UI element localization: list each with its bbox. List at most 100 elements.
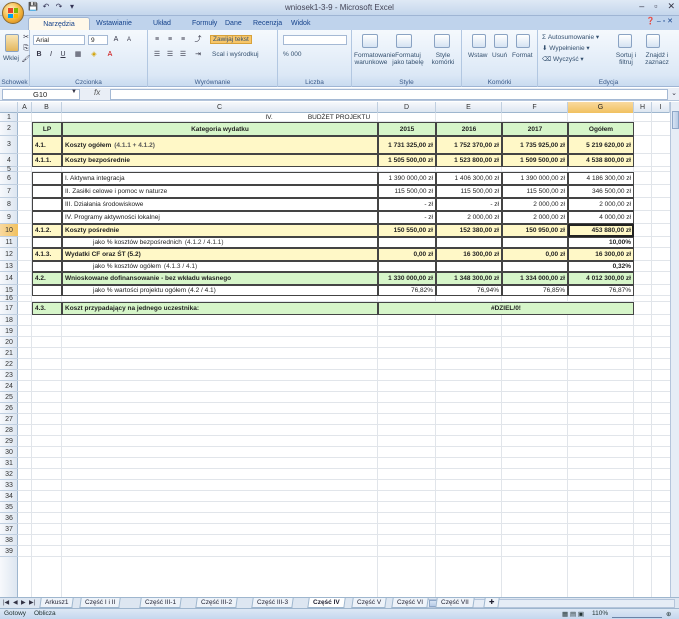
font-size-select[interactable]: 9 [88,35,108,45]
row-2016[interactable]: 76,94% [436,285,502,296]
row-total[interactable]: 4 012 300,00 zł [568,272,634,285]
row-lp[interactable]: 4.3. [32,302,62,315]
row-category[interactable]: Koszty pośrednie [62,224,378,237]
row-2015[interactable]: 1 330 000,00 zł [378,272,436,285]
font-color-icon[interactable]: A [104,50,116,60]
sheet-tab[interactable]: Część III-1 [139,598,182,608]
row-2017[interactable] [502,261,568,272]
sort-filter-button[interactable]: Sortuj i filtruj [612,52,640,66]
row-2016[interactable]: 1 406 300,00 zł [436,172,502,185]
italic-icon[interactable]: I [45,50,57,60]
row-2015[interactable]: 76,82% [378,285,436,296]
row-2015[interactable]: - zł [378,211,436,224]
row-header[interactable]: 2 [0,122,18,136]
find-select-icon[interactable] [646,34,660,48]
row-2016[interactable] [436,261,502,272]
sheet-tab[interactable]: Część III-3 [251,598,294,608]
format-table-icon[interactable] [396,34,412,48]
paste-button[interactable]: Wklej [3,55,19,62]
header-2017[interactable]: 2017 [502,122,568,136]
row-header[interactable]: 32 [0,469,18,480]
minimize-button[interactable]: – [639,1,644,12]
row-2017[interactable]: 2 000,00 zł [502,198,568,211]
merge-center-button[interactable]: Scal i wyśrodkuj [212,51,259,58]
indent-icon[interactable]: ⇥ [192,50,204,60]
column-header-a[interactable]: A [18,102,32,113]
column-header-d[interactable]: D [378,102,436,113]
row-category[interactable]: II. Zasiłki celowe i pomoc w naturze [62,185,378,198]
row-2017[interactable]: 1 509 500,00 zł [502,154,568,167]
delete-button[interactable]: Usuń [492,52,507,59]
worksheet-grid[interactable]: IV. BUDŻET PROJEKTU LP Kategoria wydatku 201… [18,113,670,597]
sort-filter-icon[interactable] [618,34,632,48]
row-header[interactable]: 10 [0,224,18,237]
row-2016[interactable]: 152 380,00 zł [436,224,502,237]
header-category[interactable]: Kategoria wydatku [62,122,378,136]
row-total[interactable]: 4 000,00 zł [568,211,634,224]
row-2015[interactable]: 0,00 zł [378,248,436,261]
office-button[interactable] [2,2,24,24]
bold-icon[interactable]: B [33,50,45,60]
row-category[interactable]: Koszt przypadający na jednego uczestnika… [62,302,378,315]
row-2017[interactable]: 1 390 000,00 zł [502,172,568,185]
row-2016[interactable]: - zł [436,198,502,211]
row-category[interactable]: Wydatki CF oraz ŚT (5.2) [62,248,378,261]
row-2016[interactable]: 1 523 800,00 zł [436,154,502,167]
row-header[interactable]: 1 [0,113,18,122]
delete-cells-icon[interactable] [494,34,508,48]
row-lp[interactable] [32,285,62,296]
column-header-c[interactable]: C [62,102,378,113]
row-header[interactable]: 6 [0,172,18,185]
row-header[interactable]: 37 [0,524,18,535]
row-total-merged[interactable]: #DZIEL/0! [378,302,634,315]
row-header[interactable]: 33 [0,480,18,491]
align-right-icon[interactable]: ☰ [177,50,189,60]
row-header[interactable]: 35 [0,502,18,513]
column-header-e[interactable]: E [436,102,502,113]
row-2017[interactable]: 1 334 000,00 zł [502,272,568,285]
zoom-slider[interactable] [612,611,662,618]
row-total[interactable]: 4 538 800,00 zł [568,154,634,167]
fill-color-icon[interactable]: ◈ [88,50,100,60]
number-format-buttons[interactable]: % 000 [283,51,301,58]
format-button[interactable]: Format [512,52,533,59]
row-header[interactable]: 3 [0,136,18,154]
row-2016[interactable]: 2 000,00 zł [436,211,502,224]
first-sheet-icon[interactable]: |◀ [3,599,9,606]
column-header-i[interactable]: I [652,102,670,113]
tab-review[interactable]: Recenzja [248,17,282,30]
align-middle-icon[interactable]: ≡ [164,35,176,45]
sheet-tab[interactable]: Część IV [307,598,346,608]
row-2017[interactable]: 115 500,00 zł [502,185,568,198]
row-total[interactable]: 10,00% [568,237,634,248]
row-header[interactable]: 27 [0,414,18,425]
row-2015[interactable]: 1 390 000,00 zł [378,172,436,185]
insert-cells-icon[interactable] [472,34,486,48]
row-category[interactable]: jako % kosztów ogółem (4.1.3 / 4.1) [62,261,378,272]
grow-font-icon[interactable]: A [110,35,122,45]
row-2017[interactable]: 150 950,00 zł [502,224,568,237]
row-category[interactable]: III. Działania środowiskowe [62,198,378,211]
row-header[interactable]: 39 [0,546,18,557]
row-2016[interactable]: 16 300,00 zł [436,248,502,261]
row-header[interactable]: 30 [0,447,18,458]
number-format-select[interactable] [283,35,347,45]
row-header[interactable]: 36 [0,513,18,524]
shrink-font-icon[interactable]: A [123,35,135,45]
paste-icon[interactable] [5,34,19,52]
row-2015[interactable]: 150 550,00 zł [378,224,436,237]
find-select-button[interactable]: Znajdź i zaznacz [642,52,672,66]
tab-data[interactable]: Dane [220,17,242,30]
row-category[interactable]: I. Aktywna integracja [62,172,378,185]
last-sheet-icon[interactable]: ▶| [29,599,35,606]
row-header[interactable]: 38 [0,535,18,546]
row-2015[interactable]: 115 500,00 zł [378,185,436,198]
autosum-button[interactable]: Σ Autosumowanie ▾ [542,33,599,41]
row-2015[interactable]: - zł [378,198,436,211]
column-header-f[interactable]: F [502,102,568,113]
row-header[interactable]: 18 [0,315,18,326]
row-header[interactable]: 23 [0,370,18,381]
row-header[interactable]: 14 [0,272,18,285]
row-total[interactable]: 76,87% [568,285,634,296]
row-total[interactable]: 453 880,00 zł [568,224,634,237]
